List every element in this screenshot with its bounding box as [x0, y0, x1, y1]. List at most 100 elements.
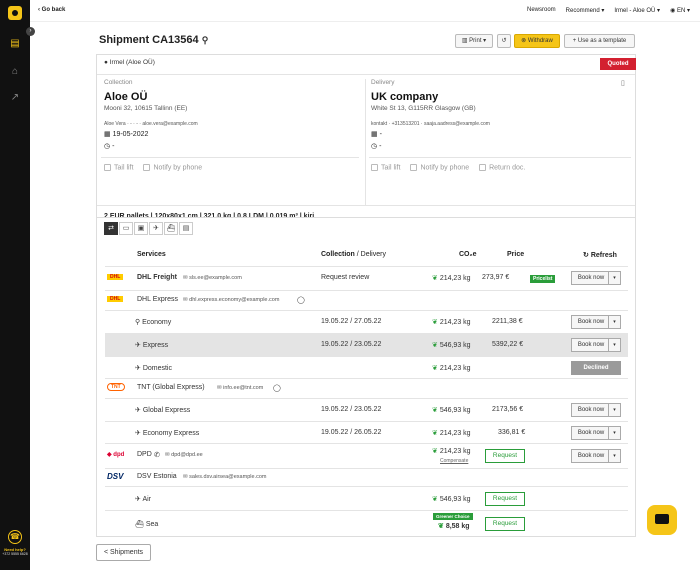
- carrier-email[interactable]: ✉ dhl.express.economy@example.com: [183, 297, 279, 303]
- tail-lift-checkbox[interactable]: Tail lift: [104, 164, 133, 171]
- tail-lift-checkbox[interactable]: Tail lift: [371, 164, 400, 171]
- carrier-email[interactable]: ✉ sales.dsv.airsea@example.com: [183, 474, 266, 480]
- service-label: Express: [142, 342, 169, 349]
- delivery-company: UK company: [371, 91, 439, 103]
- carrier-email[interactable]: ✉ info.ee@tnt.com: [217, 385, 263, 391]
- price: 2173,56 €: [492, 406, 524, 413]
- table-row[interactable]: ✈ Economy Express 19.05.22 / 26.05.22 ❦ …: [105, 421, 628, 443]
- tnt-logo: TNT: [107, 383, 125, 391]
- recommend-menu[interactable]: Recommend ▾: [566, 7, 605, 14]
- book-now-button[interactable]: Book now ▾: [571, 315, 621, 329]
- trash-icon[interactable]: ▯: [621, 79, 625, 87]
- withdraw-button[interactable]: ⊗ Withdraw: [514, 34, 560, 48]
- dhl-logo: DHL: [107, 274, 124, 280]
- co2-text: 214,23 kg: [439, 275, 471, 282]
- chevron-down-icon[interactable]: ▾: [608, 339, 620, 351]
- language-menu[interactable]: ◉ EN ▾: [670, 7, 690, 14]
- chat-widget-icon[interactable]: [647, 505, 677, 535]
- table-row[interactable]: ◆ dpd DPD ✆ ✉ dpd@dpd.ee ❦ 214,23 kg Com…: [105, 443, 628, 468]
- table-row: DSV DSV Estonia ✉ sales.dsv.airsea@examp…: [105, 468, 628, 486]
- table-row[interactable]: ⚲ Economy 19.05.22 / 27.05.22 ❦ 214,23 k…: [105, 310, 628, 333]
- book-now-button[interactable]: Book now ▾: [571, 403, 621, 417]
- history-button[interactable]: ↺: [497, 34, 511, 48]
- book-now-button[interactable]: Book now ▾: [571, 271, 621, 285]
- sidebar: › ▤ ⌂ ↗ ☎ Need help? +372 5555 6628: [0, 0, 35, 570]
- chevron-down-icon[interactable]: ▾: [608, 316, 620, 328]
- chevron-down-icon[interactable]: ▾: [608, 427, 620, 439]
- table-row-selected[interactable]: ✈ Express 19.05.22 / 23.05.22 ❦ 546,93 k…: [105, 333, 628, 356]
- service-name: ✈ Air: [135, 495, 151, 503]
- co2-value: ❦ 214,23 kg: [432, 429, 471, 437]
- newsroom-link[interactable]: Newsroom: [527, 7, 556, 14]
- service-label: Economy: [142, 319, 172, 326]
- shipments-back-button[interactable]: < Shipments: [96, 544, 151, 561]
- tail-lift-label: Tail lift: [114, 164, 134, 172]
- table-row[interactable]: ✈ Global Express 19.05.22 / 23.05.22 ❦ 5…: [105, 398, 628, 421]
- request-button[interactable]: Request: [485, 449, 525, 463]
- notify-phone-checkbox[interactable]: Notify by phone: [143, 164, 202, 171]
- leaf-icon: ❦: [432, 430, 440, 437]
- compensate-link[interactable]: Compensate: [440, 458, 468, 464]
- account-menu[interactable]: Irmel - Aloe OÜ ▾: [614, 7, 660, 14]
- refresh-label: Refresh: [590, 252, 617, 259]
- divider: [97, 74, 635, 75]
- plane-icon: ✈: [135, 407, 143, 414]
- delivery-date: -: [379, 131, 382, 138]
- carrier-email[interactable]: ✉ sls.ee@example.com: [183, 275, 242, 281]
- leaf-icon: ❦: [432, 365, 440, 372]
- withdraw-icon: ⊗: [521, 38, 528, 44]
- table-row[interactable]: DHL DHL Freight ✉ sls.ee@example.com Req…: [105, 266, 628, 290]
- chat-icon[interactable]: ◯: [297, 296, 305, 304]
- book-now-label: Book now: [577, 319, 605, 325]
- notify-phone-checkbox[interactable]: Notify by phone: [410, 164, 469, 171]
- leaf-icon: ❦: [432, 496, 440, 503]
- col-services: Services: [137, 251, 166, 258]
- mode-rail-button[interactable]: ▤: [179, 222, 193, 235]
- mode-all-button[interactable]: ⇄: [104, 222, 118, 235]
- request-button[interactable]: Request: [485, 517, 525, 531]
- chevron-down-icon[interactable]: ▾: [608, 450, 620, 462]
- collection-company: Aloe OÜ: [104, 91, 148, 103]
- carrier-name: DSV Estonia: [137, 473, 177, 480]
- table-row[interactable]: ✈ Air ❦ 546,93 kg Request: [105, 486, 628, 510]
- home-nav-icon[interactable]: ⌂: [9, 66, 21, 78]
- chat-icon[interactable]: ◯: [273, 384, 281, 392]
- calendar-icon: ▦: [104, 131, 113, 138]
- leaf-icon: ❦: [432, 319, 440, 326]
- mode-air-button[interactable]: ✈: [149, 222, 163, 235]
- return-doc-checkbox[interactable]: Return doc.: [479, 164, 525, 171]
- phone-icon[interactable]: ✆: [154, 451, 160, 459]
- analytics-nav-icon[interactable]: ↗: [9, 92, 21, 104]
- leaf-icon: ❦: [432, 275, 440, 282]
- co2-text: 214,23 kg: [439, 448, 471, 455]
- email-text: dhl.express.economy@example.com: [189, 297, 280, 303]
- help-phone: +372 5555 6628: [2, 552, 28, 556]
- request-review[interactable]: Request review: [321, 274, 369, 281]
- book-now-button[interactable]: Book now ▾: [571, 426, 621, 440]
- book-now-button[interactable]: Book now ▾: [571, 449, 621, 463]
- app-logo[interactable]: [8, 6, 22, 20]
- print-button[interactable]: ▥ Print ▾: [455, 34, 493, 48]
- help-widget[interactable]: ☎ Need help? +372 5555 6628: [2, 530, 28, 556]
- mode-sea-button[interactable]: ⛴: [164, 222, 178, 235]
- price: 5392,22 €: [492, 341, 524, 348]
- refresh-button[interactable]: ↻ Refresh: [583, 251, 617, 259]
- carrier-email[interactable]: ✉ dpd@dpd.ee: [165, 452, 203, 458]
- shipments-nav-icon[interactable]: ▤: [9, 38, 21, 50]
- go-back-link[interactable]: ‹ Go back: [38, 7, 65, 13]
- chevron-down-icon[interactable]: ▾: [608, 404, 620, 416]
- mode-parcel-button[interactable]: ▣: [134, 222, 148, 235]
- book-now-button[interactable]: Book now ▾: [571, 338, 621, 352]
- use-as-template-button[interactable]: + Use as a template: [564, 34, 635, 48]
- dates: 19.05.22 / 26.05.22: [321, 429, 382, 436]
- mode-road-button[interactable]: ▭: [119, 222, 133, 235]
- co2-text: 546,93 kg: [439, 496, 471, 503]
- chevron-down-icon[interactable]: ▾: [608, 272, 620, 284]
- request-button[interactable]: Request: [485, 492, 525, 506]
- co2-text: 214,23 kg: [439, 319, 471, 326]
- location-pin-icon: ⚲: [201, 35, 209, 45]
- shipment-card: ● Irmel (Aloe OÜ) Quoted Collection Aloe…: [96, 54, 636, 234]
- delivery-contact: kontakt · +313513201 · saaja.aadress@exa…: [371, 121, 490, 127]
- table-row[interactable]: ⛴ Sea Greener Choice ❦ 8,58 kg Request: [105, 510, 628, 537]
- collapse-sidebar-icon[interactable]: ›: [26, 27, 35, 36]
